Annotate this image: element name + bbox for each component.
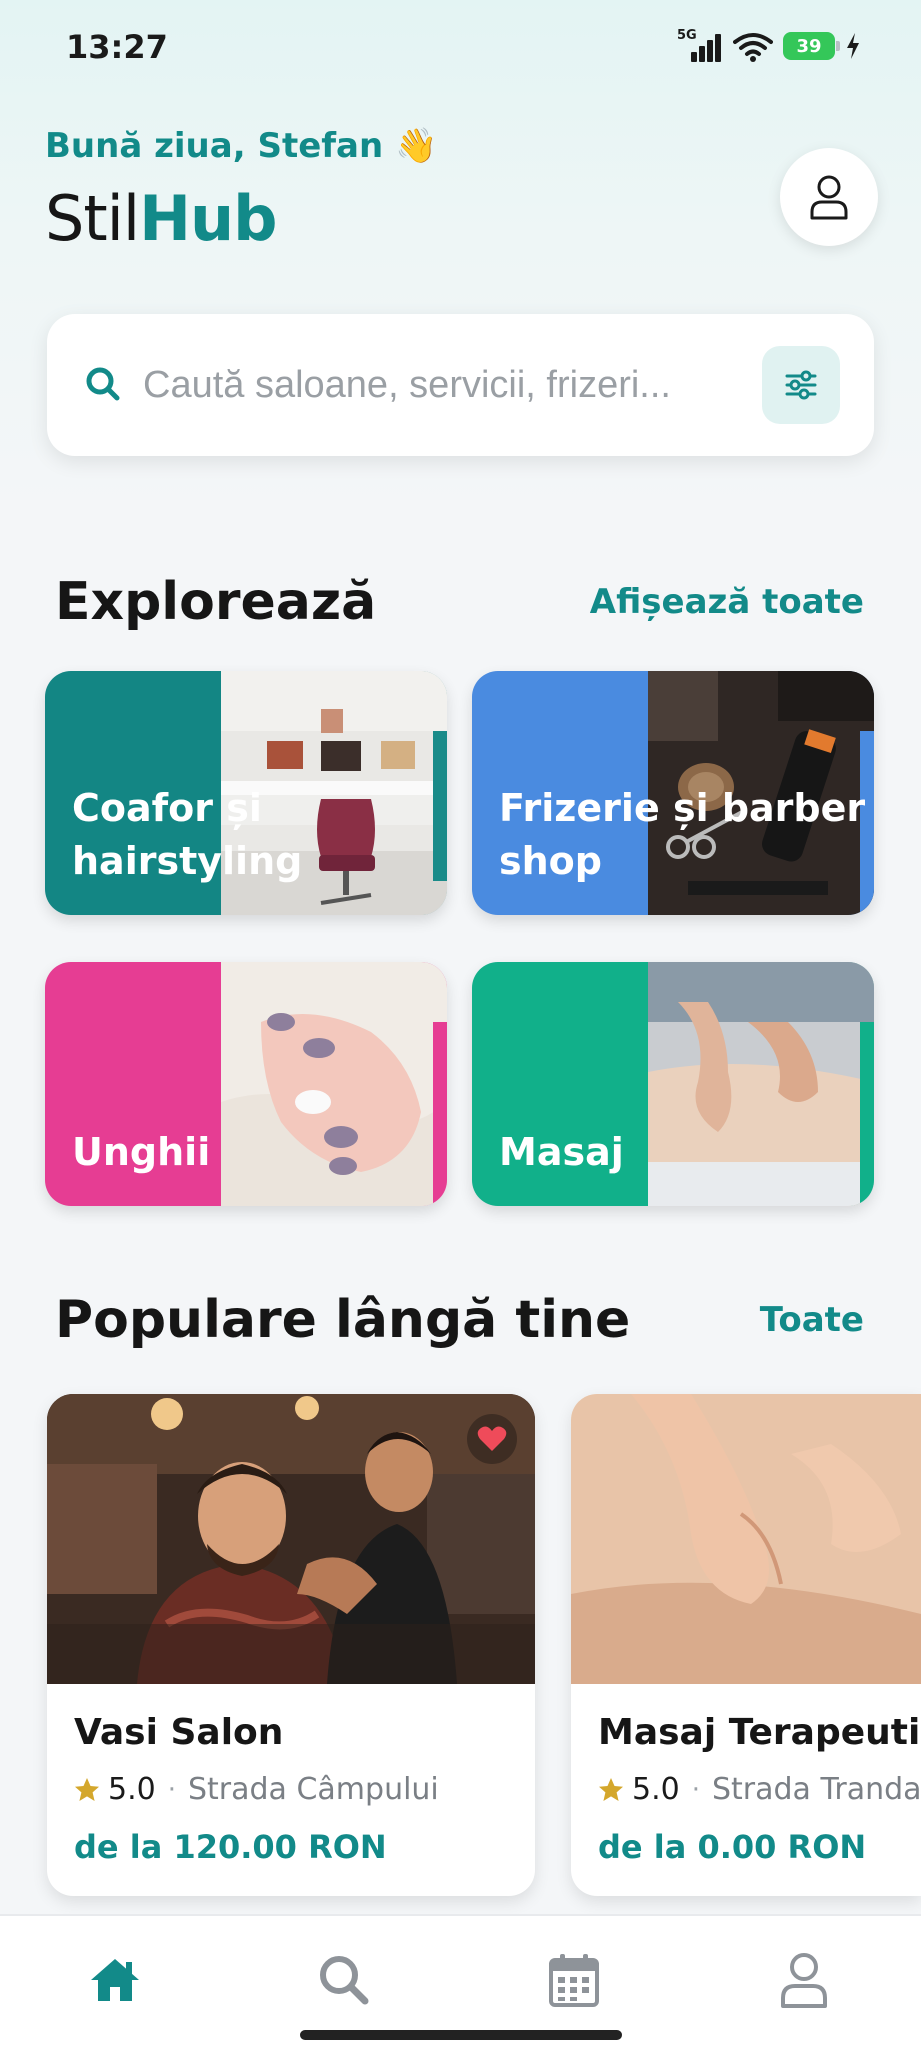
bottom-navigation: [0, 1914, 921, 2048]
category-card-massage[interactable]: Masaj: [472, 962, 874, 1206]
salon-image-massage: [571, 1394, 921, 1684]
search-bar: [47, 314, 874, 456]
category-label: Unghii: [72, 1129, 211, 1174]
sliders-icon: [785, 370, 817, 400]
user-icon: [781, 1953, 827, 2008]
brand-logo-bold: Hub: [139, 182, 277, 255]
explore-see-all-link[interactable]: Afișează toate: [590, 582, 864, 622]
nav-search[interactable]: [314, 1950, 374, 2010]
status-time: 13:27: [66, 28, 168, 66]
salon-price: de la 120.00 RON: [74, 1828, 387, 1866]
star-icon: [599, 1777, 623, 1801]
home-icon: [91, 1959, 139, 2001]
status-icons: 5G 39: [677, 28, 861, 62]
battery-level: 39: [796, 35, 822, 57]
popular-section-title: Populare lângă tine: [55, 1290, 631, 1350]
category-card-hair[interactable]: Coafor și hairstyling: [45, 671, 447, 915]
meta-separator: ·: [167, 1774, 176, 1805]
salon-price: de la 0.00 RON: [598, 1828, 867, 1866]
nav-bookings[interactable]: [544, 1950, 604, 2010]
salon-image-barber: [47, 1394, 535, 1684]
salon-address: Strada Trandafi: [711, 1772, 921, 1807]
salon-address: Strada Câmpului: [187, 1772, 439, 1807]
star-icon: [75, 1777, 99, 1801]
salon-card[interactable]: Masaj Terapeutic 5.0 · Strada Trandafi d…: [571, 1394, 921, 1896]
category-label: Masaj: [499, 1129, 624, 1174]
salon-rating: 5.0: [108, 1772, 156, 1807]
charging-bolt-icon: [847, 33, 859, 59]
calendar-icon: [549, 1954, 599, 2007]
nav-profile[interactable]: [774, 1950, 834, 2010]
user-icon: [810, 175, 848, 220]
search-icon: [86, 367, 120, 401]
category-label: Frizerie și barber shop: [499, 786, 866, 883]
heart-icon: [477, 1426, 507, 1451]
network-type-label: 5G: [677, 28, 697, 43]
filter-button[interactable]: [762, 346, 840, 424]
cellular-signal-icon: 5G: [677, 28, 723, 62]
meta-separator: ·: [691, 1774, 700, 1805]
battery-icon: 39: [783, 32, 840, 60]
search-input[interactable]: [143, 354, 723, 416]
salon-meta: 5.0 · Strada Câmpului: [74, 1772, 439, 1807]
salon-name: Vasi Salon: [74, 1712, 284, 1753]
home-indicator: [300, 2030, 622, 2040]
greeting-text: Bună ziua, Stefan 👋: [45, 126, 438, 166]
category-card-barber[interactable]: Frizerie și barber shop: [472, 671, 874, 915]
category-card-nails[interactable]: Unghii: [45, 962, 447, 1206]
explore-section-title: Explorează: [55, 572, 377, 632]
brand-logo: StilHub: [45, 188, 278, 250]
nav-home[interactable]: [85, 1950, 145, 2010]
salon-card[interactable]: Vasi Salon 5.0 · Strada Câmpului de la 1…: [47, 1394, 535, 1896]
status-bar: 13:27 5G 39: [0, 0, 921, 100]
favorite-button[interactable]: [467, 1414, 517, 1464]
wifi-icon: [733, 33, 773, 62]
category-label: Coafor și hairstyling: [72, 786, 303, 883]
salon-rating: 5.0: [632, 1772, 680, 1807]
salon-name: Masaj Terapeutic: [598, 1712, 921, 1753]
popular-see-all-link[interactable]: Toate: [760, 1300, 864, 1340]
search-icon: [320, 1956, 369, 2005]
salon-meta: 5.0 · Strada Trandafi: [598, 1772, 921, 1807]
profile-button[interactable]: [780, 148, 878, 246]
brand-logo-light: Stil: [45, 182, 140, 255]
